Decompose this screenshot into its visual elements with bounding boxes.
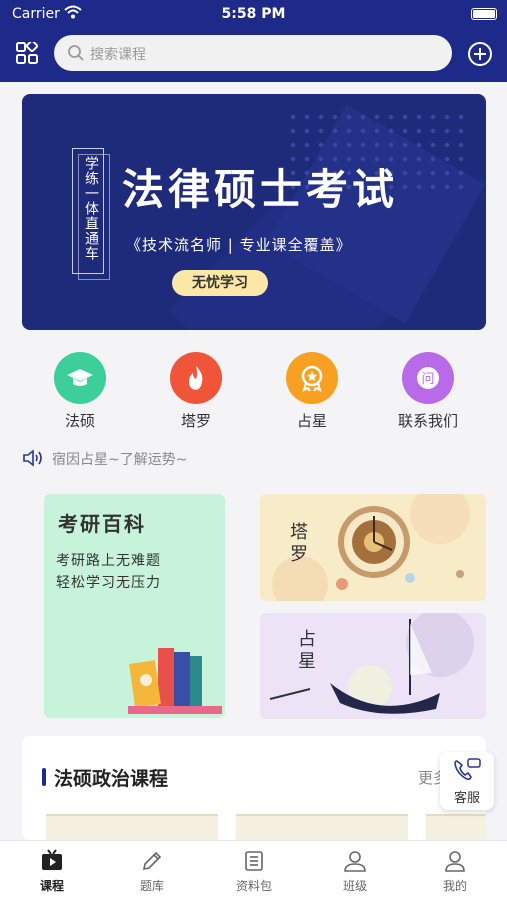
notice-text: 宿因占星~了解运势~ bbox=[52, 452, 188, 468]
category-contact[interactable]: 问 联系我们 bbox=[378, 352, 478, 431]
category-label: 塔罗 bbox=[180, 412, 211, 430]
pencil-icon bbox=[142, 851, 162, 871]
document-list-icon bbox=[245, 851, 263, 871]
phone-chat-icon bbox=[454, 758, 481, 781]
tab-class[interactable]: 班级 bbox=[325, 849, 385, 894]
astrology-card[interactable]: 占星 bbox=[260, 613, 486, 719]
customer-service-button[interactable]: 客服 bbox=[440, 752, 494, 810]
speaker-icon bbox=[23, 449, 42, 467]
books-illustration bbox=[128, 648, 222, 714]
promo-banner[interactable]: 学练一体直通车 法律硕士考试 《技术流名师 | 专业课全覆盖》 无忧学习 bbox=[22, 94, 486, 330]
search-placeholder: 搜索课程 bbox=[90, 47, 146, 63]
service-label: 客服 bbox=[453, 791, 480, 806]
tab-label: 班级 bbox=[342, 879, 367, 893]
category-tarot[interactable]: 塔罗 bbox=[146, 352, 246, 431]
tarot-card[interactable]: 塔罗 bbox=[260, 494, 486, 601]
banner-title: 法律硕士考试 bbox=[122, 165, 399, 214]
section-accent-bar bbox=[42, 768, 46, 786]
course-thumbnail[interactable] bbox=[426, 814, 486, 840]
svg-text:问: 问 bbox=[421, 372, 434, 387]
question-icon: 问 bbox=[402, 352, 454, 404]
banner-vertical-text: 学练一体直通车 bbox=[83, 156, 99, 261]
tab-label: 我的 bbox=[442, 879, 467, 893]
badge-icon bbox=[286, 352, 338, 404]
status-bar: Carrier 5:58 PM bbox=[0, 0, 507, 28]
flame-icon bbox=[170, 352, 222, 404]
tab-label: 题库 bbox=[139, 879, 164, 893]
astrology-label: 占星 bbox=[295, 629, 316, 673]
category-fashuo[interactable]: 法硕 bbox=[30, 352, 130, 431]
category-row: 法硕 塔罗 占星 问 联系我们 bbox=[0, 352, 507, 432]
banner-subtitle: 《技术流名师 | 专业课全覆盖》 bbox=[126, 236, 352, 254]
bottom-tab-bar: 课程 题库 资料包 班级 我的 bbox=[0, 840, 507, 900]
category-label: 联系我们 bbox=[397, 412, 458, 430]
tab-course[interactable]: 课程 bbox=[22, 849, 82, 894]
tab-mine[interactable]: 我的 bbox=[425, 849, 485, 894]
graduation-cap-icon bbox=[54, 352, 106, 404]
play-tv-icon bbox=[42, 849, 62, 870]
category-label: 占星 bbox=[296, 412, 327, 430]
course-section: 法硕政治课程 更多 bbox=[22, 736, 486, 840]
kaoyan-line2: 轻松学习无压力 bbox=[56, 575, 161, 591]
add-circle-icon[interactable] bbox=[467, 41, 493, 67]
battery-icon bbox=[471, 8, 497, 20]
tab-question-bank[interactable]: 题库 bbox=[122, 849, 182, 894]
category-label: 法硕 bbox=[64, 412, 95, 430]
tab-materials[interactable]: 资料包 bbox=[224, 849, 284, 894]
kaoyan-title: 考研百科 bbox=[58, 512, 146, 536]
people-icon bbox=[344, 851, 366, 872]
tarot-label: 塔罗 bbox=[287, 522, 308, 566]
person-icon bbox=[445, 851, 465, 872]
tab-label: 课程 bbox=[39, 879, 64, 893]
kaoyan-line1: 考研路上无难题 bbox=[56, 553, 161, 569]
course-section-title: 法硕政治课程 bbox=[54, 768, 169, 790]
top-header: Carrier 5:58 PM 搜索课程 bbox=[0, 0, 507, 82]
search-icon bbox=[68, 45, 84, 61]
banner-button[interactable]: 无忧学习 bbox=[172, 270, 268, 296]
clock: 5:58 PM bbox=[221, 6, 286, 22]
course-thumbnail[interactable] bbox=[236, 814, 408, 840]
kaoyan-card[interactable]: 考研百科 考研路上无难题 轻松学习无压力 bbox=[44, 494, 225, 718]
course-thumbnail[interactable] bbox=[46, 814, 218, 840]
tab-label: 资料包 bbox=[235, 879, 272, 893]
category-astrology[interactable]: 占星 bbox=[262, 352, 362, 431]
search-input[interactable]: 搜索课程 bbox=[54, 35, 452, 71]
category-grid-icon[interactable] bbox=[16, 42, 38, 64]
